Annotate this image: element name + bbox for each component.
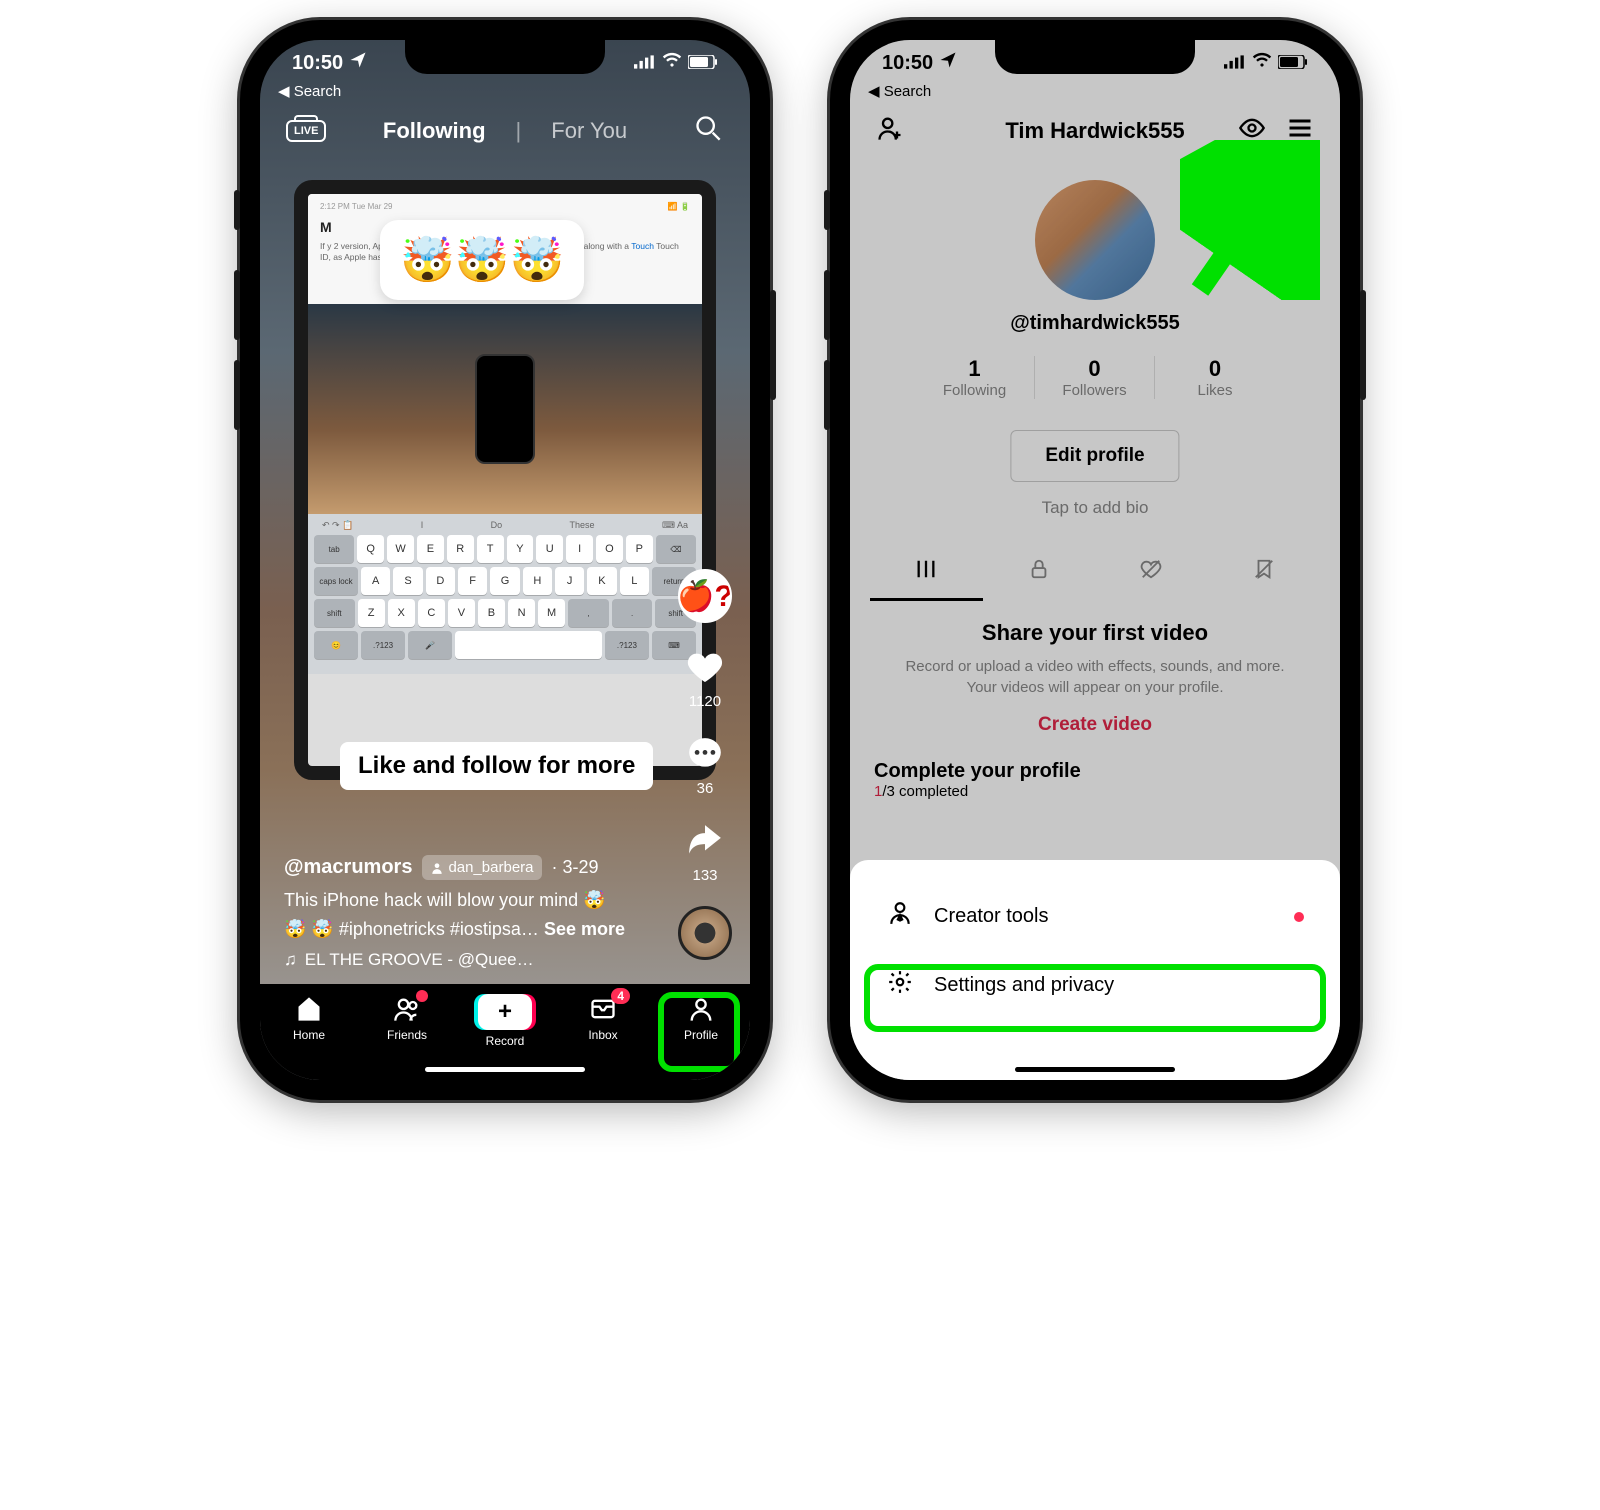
side-button xyxy=(824,270,830,340)
caption-sticker: Like and follow for more xyxy=(340,742,653,790)
comment-count: 36 xyxy=(697,780,714,797)
notch xyxy=(995,40,1195,74)
wifi-icon xyxy=(662,50,682,76)
signal-icon xyxy=(634,52,656,75)
like-count: 1120 xyxy=(689,693,721,710)
battery-icon xyxy=(1278,52,1308,75)
share-count: 133 xyxy=(692,867,717,884)
tab-for-you[interactable]: For You xyxy=(551,118,627,144)
comment-icon xyxy=(683,732,727,776)
side-button xyxy=(234,270,240,340)
sheet-creator-tools[interactable]: Creator tools xyxy=(878,882,1312,951)
home-indicator[interactable] xyxy=(425,1067,585,1072)
nav-inbox[interactable]: 4 Inbox xyxy=(568,994,638,1042)
plus-icon: + xyxy=(478,994,532,1030)
tab-divider: | xyxy=(516,118,522,144)
location-icon xyxy=(939,51,957,75)
music-info[interactable]: ♫ EL THE GROOVE - @Quee… xyxy=(284,950,640,970)
profile-icon xyxy=(687,994,715,1024)
phone-frame-left: 10:50 ◀ Search LIVE Following xyxy=(240,20,770,1100)
comment-button[interactable]: 36 xyxy=(683,732,727,797)
creator-tools-icon xyxy=(886,900,914,933)
video-meta: @macrumors dan_barbera · 3-29 This iPhon… xyxy=(284,855,640,970)
notification-dot xyxy=(416,990,428,1002)
sheet-settings-privacy[interactable]: Settings and privacy xyxy=(878,951,1312,1020)
share-icon xyxy=(683,819,727,863)
status-time: 10:50 xyxy=(292,52,343,75)
post-date: · 3-29 xyxy=(552,857,599,878)
bottom-nav: Home Friends + Record 4 Inbox xyxy=(260,984,750,1080)
sound-disc[interactable] xyxy=(678,906,732,960)
location-icon xyxy=(349,51,367,75)
collaborator-pill[interactable]: dan_barbera xyxy=(422,855,541,880)
side-button xyxy=(770,290,776,400)
back-to-search[interactable]: ◀ Search xyxy=(868,82,931,100)
description: This iPhone hack will blow your mind 🤯 xyxy=(284,890,640,911)
hashtags[interactable]: 🤯 🤯 #iphonetricks #iostipsa… See more xyxy=(284,919,640,940)
gear-icon xyxy=(886,969,914,1002)
signal-icon xyxy=(1224,52,1246,75)
creator-avatar[interactable]: 🍎? xyxy=(678,569,732,623)
screen-feed: 10:50 ◀ Search LIVE Following xyxy=(260,40,750,1080)
share-button[interactable]: 133 xyxy=(683,819,727,884)
live-button[interactable]: LIVE xyxy=(286,120,326,142)
settings-label: Settings and privacy xyxy=(934,974,1114,997)
nav-friends[interactable]: Friends xyxy=(372,994,442,1042)
nav-home[interactable]: Home xyxy=(274,994,344,1042)
bottom-sheet: Creator tools Settings and privacy xyxy=(850,860,1340,1080)
keyboard-row: tab QWERTYUIOP ⌫ xyxy=(314,535,696,563)
status-time: 10:50 xyxy=(882,52,933,75)
side-button xyxy=(824,360,830,430)
battery-icon xyxy=(688,52,718,75)
home-indicator[interactable] xyxy=(1015,1067,1175,1072)
side-button xyxy=(1360,290,1366,400)
see-more[interactable]: See more xyxy=(544,919,625,939)
wifi-icon xyxy=(1252,50,1272,76)
heart-icon xyxy=(683,645,727,689)
screen-profile: 10:50 ◀ Search Tim xyxy=(850,40,1340,1080)
notification-dot xyxy=(1294,912,1304,922)
creator-tools-label: Creator tools xyxy=(934,905,1049,928)
emoji-sticker: 🤯🤯🤯 xyxy=(380,220,584,300)
back-to-search[interactable]: ◀ Search xyxy=(278,82,341,100)
side-button xyxy=(824,190,830,230)
nav-record[interactable]: + Record xyxy=(470,994,540,1048)
phone-frame-right: 10:50 ◀ Search Tim xyxy=(830,20,1360,1100)
inbox-badge: 4 xyxy=(611,988,630,1004)
action-rail: 🍎? 1120 36 133 xyxy=(678,569,732,960)
home-icon xyxy=(295,994,323,1024)
music-icon: ♫ xyxy=(284,950,297,970)
nav-profile[interactable]: Profile xyxy=(666,994,736,1042)
like-button[interactable]: 1120 xyxy=(683,645,727,710)
side-button xyxy=(234,360,240,430)
notch xyxy=(405,40,605,74)
top-nav: LIVE Following | For You xyxy=(260,118,750,144)
search-icon[interactable] xyxy=(694,114,722,148)
tab-following[interactable]: Following xyxy=(383,118,486,144)
username[interactable]: @macrumors xyxy=(284,856,412,879)
side-button xyxy=(234,190,240,230)
